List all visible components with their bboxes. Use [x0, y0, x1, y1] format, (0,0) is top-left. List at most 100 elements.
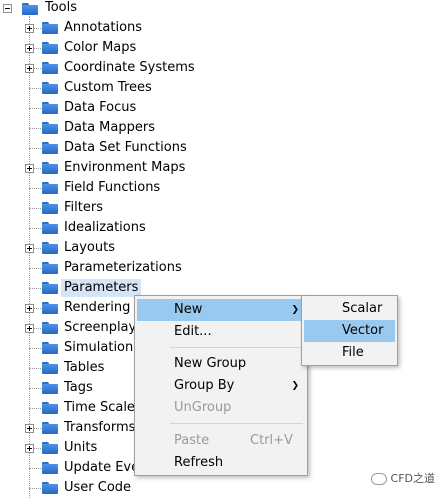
folder-icon [42, 342, 58, 354]
menu-item-refresh-label: Refresh [174, 455, 224, 470]
folder-icon [42, 462, 58, 474]
tree-item-label[interactable]: Data Focus [64, 99, 136, 117]
expand-toggle-icon[interactable] [25, 24, 34, 33]
submenu-item-file-label: File [342, 345, 364, 360]
tools-collapse-toggle[interactable] [3, 4, 12, 13]
tree-guide-line [29, 128, 41, 129]
submenu-item-scalar-label: Scalar [342, 301, 383, 316]
tree-item-label[interactable]: Field Functions [64, 179, 160, 197]
folder-icon [42, 122, 58, 134]
expand-toggle-icon[interactable] [25, 244, 34, 253]
folder-icon [42, 162, 58, 174]
menu-item-new-label: New [174, 302, 203, 317]
tree-item-label[interactable]: Tables [64, 359, 104, 377]
tree-guide-line [29, 348, 41, 349]
expand-toggle-icon[interactable] [25, 304, 34, 313]
folder-icon [22, 3, 38, 15]
menu-item-group-by[interactable]: Group By ❯ [137, 375, 305, 397]
tree-guide-line [29, 388, 41, 389]
folder-icon [42, 62, 58, 74]
folder-icon [42, 182, 58, 194]
tree-item-label[interactable]: Transforms [64, 419, 135, 437]
tree-item-label[interactable]: Filters [64, 199, 103, 217]
folder-icon [42, 102, 58, 114]
tree-guide-line [29, 408, 41, 409]
tree-item-label[interactable]: User Code [64, 479, 131, 497]
tree-guide-line [29, 148, 41, 149]
expand-toggle-icon[interactable] [25, 424, 34, 433]
folder-icon [42, 442, 58, 454]
menu-item-refresh[interactable]: Refresh [137, 452, 305, 474]
expand-toggle-icon[interactable] [25, 164, 34, 173]
submenu-item-scalar[interactable]: Scalar [304, 298, 395, 320]
tree-item-label[interactable]: Update Eve [64, 459, 139, 477]
new-submenu: Scalar Vector File [301, 295, 398, 366]
tree-guide-line [29, 208, 41, 209]
menu-item-ungroup-label: UnGroup [174, 400, 232, 415]
paste-shortcut: Ctrl+V [250, 433, 293, 448]
tree-guide-line [29, 108, 41, 109]
menu-item-new-group[interactable]: New Group [137, 353, 305, 375]
tree-item-label[interactable]: Custom Trees [64, 79, 152, 97]
folder-icon [42, 142, 58, 154]
tree-item-label[interactable]: Screenplays [64, 319, 143, 337]
tree-guide-line [29, 228, 41, 229]
tree-item-label[interactable]: Simulation [64, 339, 133, 357]
folder-icon [42, 322, 58, 334]
folder-icon [42, 362, 58, 374]
folder-icon [42, 202, 58, 214]
tree-item-label[interactable]: Tags [64, 379, 93, 397]
tree-item-label[interactable]: Parameterizations [64, 259, 182, 277]
folder-icon [42, 282, 58, 294]
folder-icon [42, 382, 58, 394]
folder-icon [42, 402, 58, 414]
expand-toggle-icon[interactable] [25, 44, 34, 53]
menu-separator [170, 423, 303, 424]
submenu-item-vector[interactable]: Vector [304, 320, 395, 342]
watermark: CFD之道 [370, 470, 435, 486]
expand-toggle-icon[interactable] [25, 324, 34, 333]
tree-item-label[interactable]: Environment Maps [64, 159, 185, 177]
menu-item-ungroup[interactable]: UnGroup [137, 397, 305, 419]
expand-toggle-icon[interactable] [25, 444, 34, 453]
tree-item-label[interactable]: Color Maps [64, 39, 136, 57]
submenu-arrow-icon: ❯ [291, 381, 299, 391]
context-menu: New ❯ Edit... New Group Group By ❯ UnGro… [134, 295, 308, 476]
folder-icon [42, 302, 58, 314]
tree-guide-line [29, 288, 41, 289]
menu-item-paste[interactable]: Paste Ctrl+V [137, 430, 305, 452]
folder-icon [42, 82, 58, 94]
menu-item-edit-label: Edit... [174, 324, 212, 339]
menu-item-group-by-label: Group By [174, 378, 235, 393]
folder-icon [42, 22, 58, 34]
watermark-text: CFD之道 [390, 472, 435, 485]
tree-guide-line [29, 88, 41, 89]
tree-guide-line [29, 368, 41, 369]
submenu-item-vector-label: Vector [342, 323, 384, 338]
submenu-arrow-icon: ❯ [291, 305, 299, 315]
tree-item-label[interactable]: Annotations [64, 19, 142, 37]
tree-guide-line [29, 188, 41, 189]
tree-item-label[interactable]: Layouts [64, 239, 115, 257]
menu-item-edit[interactable]: Edit... [137, 321, 305, 343]
tree-item-label[interactable]: Units [64, 439, 97, 457]
folder-icon [42, 422, 58, 434]
expand-toggle-icon[interactable] [25, 64, 34, 73]
tree-item-label[interactable]: Idealizations [64, 219, 146, 237]
tree-guide-line [29, 468, 41, 469]
tree-item-label[interactable]: Time Scales [64, 399, 142, 417]
submenu-item-file[interactable]: File [304, 342, 395, 364]
menu-item-paste-label: Paste [174, 433, 210, 448]
tree-root-label[interactable]: Tools [45, 0, 77, 17]
folder-icon [42, 482, 58, 494]
folder-icon [42, 262, 58, 274]
menu-separator [170, 347, 303, 348]
tree-item-label[interactable]: Coordinate Systems [64, 59, 195, 77]
tree-item-label[interactable]: Parameters [61, 279, 142, 297]
tree-guide-line [29, 488, 41, 489]
folder-icon [42, 222, 58, 234]
tree-item-label[interactable]: Data Mappers [64, 119, 155, 137]
chat-bubble-icon [370, 473, 387, 485]
tree-item-label[interactable]: Data Set Functions [64, 139, 187, 157]
menu-item-new[interactable]: New ❯ [137, 299, 305, 321]
